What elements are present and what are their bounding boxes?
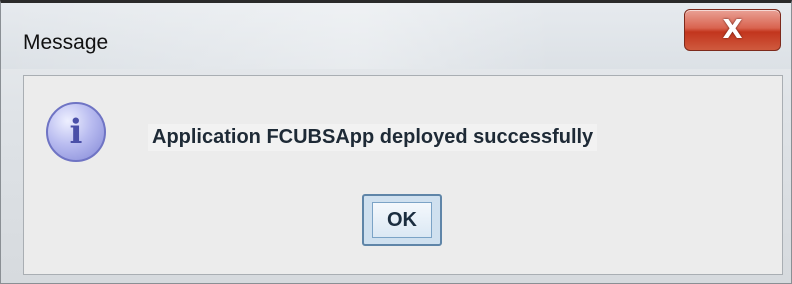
info-icon: i [46, 102, 106, 162]
ok-button-label: OK [372, 202, 432, 238]
window-title: Message [23, 31, 109, 54]
dialog-content: i Application FCUBSApp deployed successf… [23, 75, 783, 275]
title-bar[interactable]: Message X [1, 3, 791, 69]
close-icon: X [722, 15, 743, 45]
close-button[interactable]: X [684, 9, 781, 51]
message-text: Application FCUBSApp deployed successful… [148, 124, 598, 151]
ok-button[interactable]: OK [362, 194, 442, 246]
info-icon-glyph: i [69, 112, 83, 152]
message-dialog-window: Message X i Application FCUBSApp deploye… [0, 0, 792, 284]
